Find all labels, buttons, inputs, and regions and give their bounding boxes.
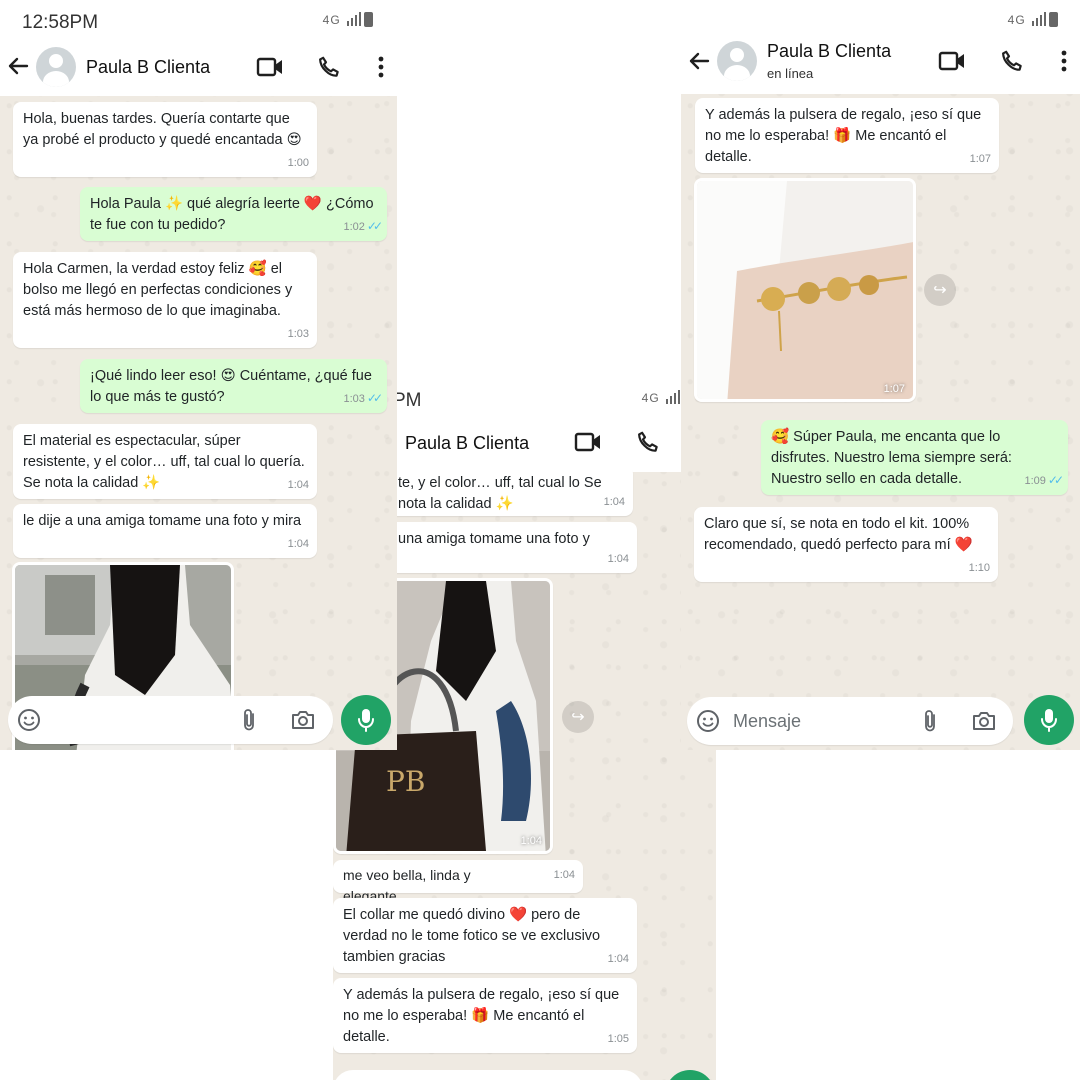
camera-icon[interactable] [288,705,318,735]
status-icons: 4G [642,390,680,407]
chat-header: Paula B Clienta [0,42,397,96]
message-bubble: Hola, buenas tardes. Quería contarte que… [13,102,317,177]
mic-icon [358,709,374,732]
message-bubble: ¡Qué lindo leer eso! 😍 Cuéntame, ¿qué fu… [80,359,387,413]
status-bar: 12:58PM 4G [0,0,397,44]
status-icons: 4G [1008,12,1058,29]
read-receipt-icon: ✓✓ [366,219,383,233]
status-time: PM [393,390,422,411]
phone-call-icon[interactable] [997,46,1027,76]
read-receipt-icon: ✓✓ [1047,473,1064,487]
more-options-icon[interactable] [366,52,396,82]
forward-button[interactable]: ↪ [562,701,594,733]
emoji-icon[interactable] [14,705,44,735]
message-bubble: Y además la pulsera de regalo, ¡eso sí q… [695,98,999,173]
message-composer[interactable]: Mensaje [687,697,1013,745]
contact-name[interactable]: Paula B Clienta [86,57,210,78]
message-composer[interactable] [333,1070,643,1080]
video-call-icon[interactable] [937,46,967,76]
status-bar: 4G [681,0,1080,40]
chat-screenshot-right: 4G Paula B Clienta en línea Y además la … [681,0,1080,750]
mic-button[interactable] [341,695,391,745]
forward-button[interactable]: ↪ [924,274,956,306]
message-bubble: Hola Paula ✨ qué alegría leerte ❤️ ¿Cómo… [80,187,387,241]
chat-header: Paula B Clienta en línea [681,36,1080,94]
camera-icon[interactable] [969,706,999,736]
more-options-icon[interactable] [1049,46,1079,76]
back-arrow-icon[interactable] [6,54,32,80]
bracelet-photo[interactable]: 1:07 [694,178,916,402]
message-input-placeholder: Mensaje [733,711,802,731]
mic-icon [1041,709,1057,732]
message-bubble: Claro que sí, se nota en todo el kit. 10… [694,507,998,582]
video-call-icon[interactable] [255,52,285,82]
back-arrow-icon[interactable] [687,49,713,75]
attach-icon[interactable] [234,705,264,735]
contact-name[interactable]: Paula B Clienta [767,41,891,62]
bag-monogram: PB [386,765,425,798]
message-bubble: Hola Carmen, la verdad estoy feliz 🥰 el … [13,252,317,348]
phone-call-icon[interactable] [633,427,663,457]
contact-status: en línea [767,66,814,81]
message-bubble: me veo bella, linda y elegante 1:04 [333,860,583,904]
message-composer[interactable] [8,696,333,744]
status-time: 12:58PM [22,12,99,33]
message-bubble: El collar me quedó divino ❤️ pero de ver… [333,898,637,973]
read-receipt-icon: ✓✓ [366,391,383,405]
avatar[interactable] [36,47,76,87]
message-bubble: le dije a una amiga tomame una foto y mi… [13,504,317,558]
chat-screenshot-left: 12:58PM 4G Paula B Clienta Hola, buenas … [0,0,397,750]
attach-icon[interactable] [915,706,945,736]
message-bubble: 🥰 Súper Paula, me encanta que lo disfrut… [761,420,1068,495]
mic-button[interactable] [665,1070,715,1080]
mic-button[interactable] [1024,695,1074,745]
emoji-icon[interactable] [693,706,723,736]
contact-name[interactable]: Paula B Clienta [405,433,529,454]
message-bubble: El material es espectacular, súper resis… [13,424,317,499]
video-call-icon[interactable] [573,427,603,457]
status-icons: 4G [323,12,373,29]
phone-call-icon[interactable] [314,52,344,82]
avatar[interactable] [717,41,757,81]
message-bubble: Y además la pulsera de regalo, ¡eso sí q… [333,978,637,1053]
bracelet-image [697,181,913,399]
